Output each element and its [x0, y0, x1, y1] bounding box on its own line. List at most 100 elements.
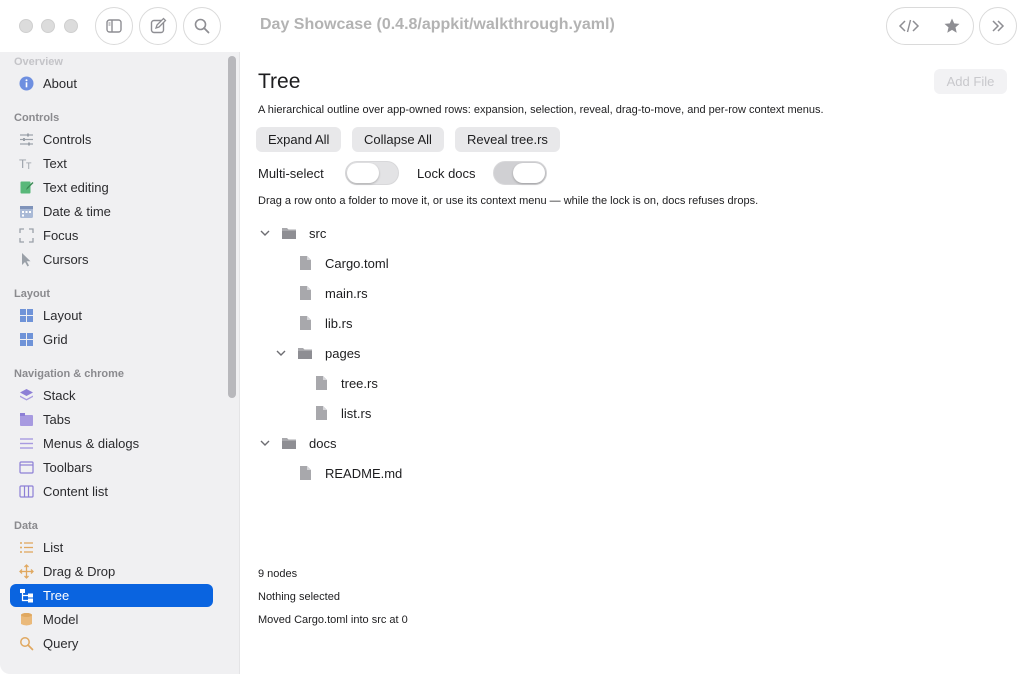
- folder-icon: [298, 348, 312, 359]
- sidebar-item-toolbars[interactable]: Toolbars: [10, 456, 213, 479]
- collapse-all-button[interactable]: Collapse All: [352, 127, 444, 152]
- favorite-button[interactable]: [930, 8, 973, 44]
- sidebar-item-label: Cursors: [43, 252, 89, 267]
- sidebar-item-text-editing[interactable]: Text editing: [10, 176, 213, 199]
- sidebar: Overview About Controls Controls TT Text…: [0, 52, 240, 674]
- sidebar-item-menus-dialogs[interactable]: Menus & dialogs: [10, 432, 213, 455]
- sidebar-item-cursors[interactable]: Cursors: [10, 248, 213, 271]
- tree-row[interactable]: docs: [259, 432, 336, 454]
- sidebar-item-label: Text editing: [43, 180, 109, 195]
- minimize-window-button[interactable]: [41, 19, 55, 33]
- title-bar: Day Showcase (0.4.8/appkit/walkthrough.y…: [0, 0, 1024, 52]
- tree-node-label: Cargo.toml: [325, 255, 389, 271]
- sidebar-item-controls[interactable]: Controls: [10, 128, 213, 151]
- code-button[interactable]: [887, 8, 930, 44]
- multi-select-label: Multi-select: [258, 166, 324, 181]
- stack-icon: [20, 389, 33, 401]
- zoom-window-button[interactable]: [64, 19, 78, 33]
- compose-button[interactable]: [139, 7, 177, 45]
- search-icon: [194, 18, 210, 34]
- search-icon: [20, 637, 34, 651]
- file-icon: [300, 286, 311, 300]
- tree-row[interactable]: src: [259, 222, 326, 244]
- sidebar-icon: [106, 19, 122, 33]
- tree-row[interactable]: tree.rs: [313, 372, 378, 394]
- tree-node-label: lib.rs: [325, 315, 353, 331]
- code-icon: [898, 19, 919, 33]
- file-icon: [300, 316, 311, 330]
- sidebar-item-model[interactable]: Model: [10, 608, 213, 631]
- sidebar-section-overview: Overview: [14, 56, 63, 68]
- chevron-down-icon[interactable]: [275, 347, 287, 359]
- selection-status: Nothing selected: [258, 591, 340, 603]
- sidebar-item-label: Text: [43, 156, 67, 171]
- sidebar-item-label: Content list: [43, 484, 109, 499]
- sidebar-item-label: About: [43, 76, 77, 91]
- tree-node-label: docs: [309, 435, 337, 451]
- sidebar-item-layout[interactable]: Layout: [10, 304, 213, 327]
- tree-node-label: tree.rs: [341, 375, 378, 391]
- tree-node-label: list.rs: [341, 405, 372, 421]
- sidebar-item-label: Model: [43, 612, 79, 627]
- sidebar-item-label: Tree: [43, 588, 70, 603]
- search-button[interactable]: [183, 7, 221, 45]
- sidebar-item-content-list[interactable]: Content list: [10, 480, 213, 503]
- tree-row[interactable]: pages: [275, 342, 360, 364]
- more-toolbar-button[interactable]: [979, 7, 1017, 45]
- sidebar-item-label: Stack: [43, 388, 76, 403]
- sidebar-item-stack[interactable]: Stack: [10, 384, 213, 407]
- text-icon: TT: [19, 157, 32, 171]
- page-title: Tree: [258, 70, 301, 93]
- sidebar-item-label: List: [43, 540, 64, 555]
- sidebar-item-about[interactable]: About: [10, 72, 213, 95]
- lock-docs-label: Lock docs: [417, 166, 476, 181]
- tree-node-label: main.rs: [325, 285, 368, 301]
- tree-node-label: README.md: [325, 465, 403, 481]
- sidebar-item-label: Drag & Drop: [43, 564, 116, 579]
- sliders-icon: [20, 133, 33, 146]
- last-action-status: Moved Cargo.toml into src at 0: [258, 614, 408, 626]
- tree-row[interactable]: list.rs: [313, 402, 371, 424]
- reveal-button[interactable]: Reveal tree.rs: [455, 127, 560, 152]
- sidebar-item-label: Toolbars: [43, 460, 93, 475]
- file-icon: [300, 256, 311, 270]
- tree-row[interactable]: main.rs: [297, 282, 368, 304]
- database-icon: [21, 613, 32, 626]
- toggle-knob: [347, 163, 379, 183]
- sidebar-item-grid[interactable]: Grid: [10, 328, 213, 351]
- tree-node-label: pages: [325, 345, 361, 361]
- add-file-button[interactable]: Add File: [934, 69, 1007, 94]
- sidebar-item-focus[interactable]: Focus: [10, 224, 213, 247]
- sidebar-item-label: Grid: [43, 332, 68, 347]
- chevron-down-icon[interactable]: [259, 437, 271, 449]
- sidebar-scrollbar[interactable]: [228, 56, 236, 398]
- sidebar-section-controls: Controls: [14, 112, 60, 124]
- expand-all-button[interactable]: Expand All: [256, 127, 342, 152]
- sidebar-item-date-time[interactable]: Date & time: [10, 200, 213, 223]
- file-icon: [300, 466, 311, 480]
- sidebar-item-query[interactable]: Query: [10, 632, 213, 655]
- grid-icon: [20, 333, 33, 346]
- list-icon: [20, 542, 33, 553]
- compose-icon: [150, 17, 167, 34]
- lock-docs-toggle[interactable]: [493, 161, 547, 185]
- close-window-button[interactable]: [19, 19, 33, 33]
- chevron-down-icon[interactable]: [259, 227, 271, 239]
- menu-icon: [20, 438, 33, 449]
- sidebar-item-list[interactable]: List: [10, 536, 213, 559]
- folder-icon: [282, 438, 296, 449]
- sidebar-item-drag-drop[interactable]: Drag & Drop: [10, 560, 213, 583]
- star-icon: [944, 18, 959, 33]
- tree-row[interactable]: README.md: [297, 462, 402, 484]
- sidebar-item-tree[interactable]: Tree: [10, 584, 213, 607]
- file-icon: [316, 376, 327, 390]
- tree-row[interactable]: Cargo.toml: [297, 252, 389, 274]
- toggle-sidebar-button[interactable]: [95, 7, 133, 45]
- sidebar-section-navigation: Navigation & chrome: [14, 368, 125, 380]
- multi-select-toggle[interactable]: [345, 161, 399, 185]
- svg-text:T: T: [26, 161, 32, 171]
- sidebar-item-tabs[interactable]: Tabs: [10, 408, 213, 431]
- tree-row[interactable]: lib.rs: [297, 312, 352, 334]
- sidebar-item-text[interactable]: TT Text: [10, 152, 213, 175]
- sidebar-item-label: Controls: [43, 132, 92, 147]
